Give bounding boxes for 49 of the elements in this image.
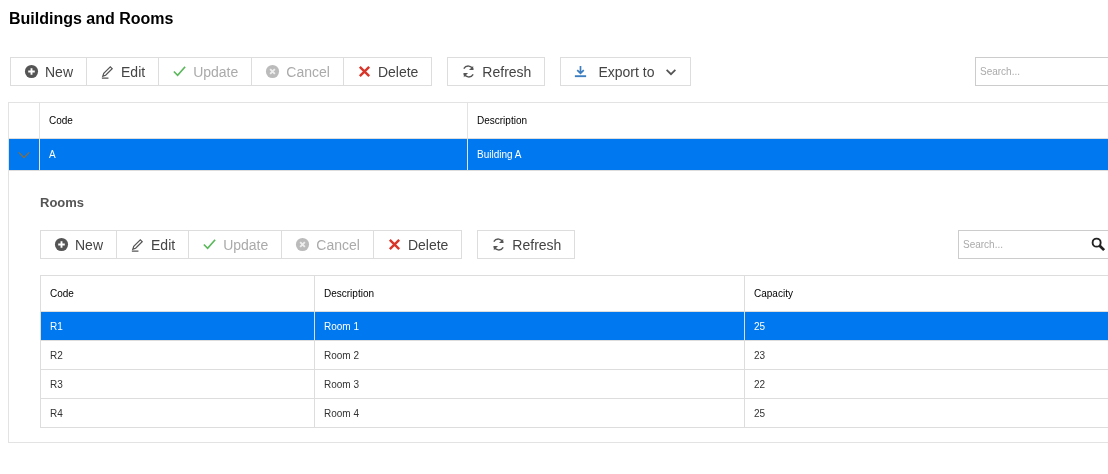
table-cell: 23 xyxy=(744,341,1108,369)
delete-button[interactable]: Delete xyxy=(342,57,433,86)
column-header[interactable]: Code xyxy=(39,103,467,138)
table-row[interactable]: R1 Room 1 25 xyxy=(41,311,1108,340)
table-cell: 22 xyxy=(744,370,1108,398)
search-icon xyxy=(1091,237,1106,252)
table-cell-text: R1 xyxy=(49,319,64,334)
cancel-circle-icon xyxy=(295,237,311,252)
search-field[interactable]: Search... xyxy=(975,57,1108,86)
edit-button[interactable]: Edit xyxy=(116,230,190,259)
plus-circle-icon xyxy=(24,64,39,79)
refresh-icon xyxy=(491,237,507,252)
table-row[interactable]: A Building A xyxy=(9,139,1108,171)
table-row[interactable]: R4 Room 4 25 xyxy=(41,398,1108,427)
table-cell: Room 3 xyxy=(314,370,744,398)
refresh-button[interactable]: Refresh xyxy=(477,230,576,259)
delete-x-icon xyxy=(356,64,372,79)
table-cell-text: R3 xyxy=(49,377,64,392)
table-cell: 25 xyxy=(744,399,1108,427)
pencil-icon xyxy=(100,64,115,79)
refresh-icon xyxy=(461,64,477,79)
refresh-button[interactable]: Refresh xyxy=(447,57,546,86)
table-cell-text: R2 xyxy=(49,348,64,363)
check-icon xyxy=(172,64,188,79)
table-cell: Room 4 xyxy=(314,399,744,427)
page-title: Buildings and Rooms xyxy=(8,9,175,29)
section-title: Rooms xyxy=(40,195,86,212)
new-button[interactable]: New xyxy=(40,230,117,259)
delete-x-icon xyxy=(386,237,402,252)
new-button[interactable]: New xyxy=(10,57,87,86)
column-header[interactable]: Code xyxy=(41,276,314,311)
delete-button[interactable]: Delete xyxy=(372,230,463,259)
table-cell: Room 2 xyxy=(314,341,744,369)
edit-button[interactable]: Edit xyxy=(86,57,160,86)
table-cell: 25 xyxy=(744,312,1108,340)
table-row[interactable]: R3 Room 3 22 xyxy=(41,369,1108,398)
table-cell: A xyxy=(39,139,467,170)
table-row[interactable]: R2 Room 2 23 xyxy=(41,340,1108,369)
check-icon xyxy=(202,237,218,252)
cancel-circle-icon xyxy=(265,64,281,79)
table-cell: Building A xyxy=(467,139,1108,170)
table-cell-text: R4 xyxy=(49,406,64,421)
plus-circle-icon xyxy=(54,237,69,252)
table-cell: Room 1 xyxy=(314,312,744,340)
download-icon xyxy=(573,64,589,79)
pencil-icon xyxy=(130,237,145,252)
export-button[interactable]: Export to xyxy=(560,57,692,86)
column-header[interactable]: Description xyxy=(467,103,1108,138)
search-field[interactable]: Search... xyxy=(958,230,1108,259)
